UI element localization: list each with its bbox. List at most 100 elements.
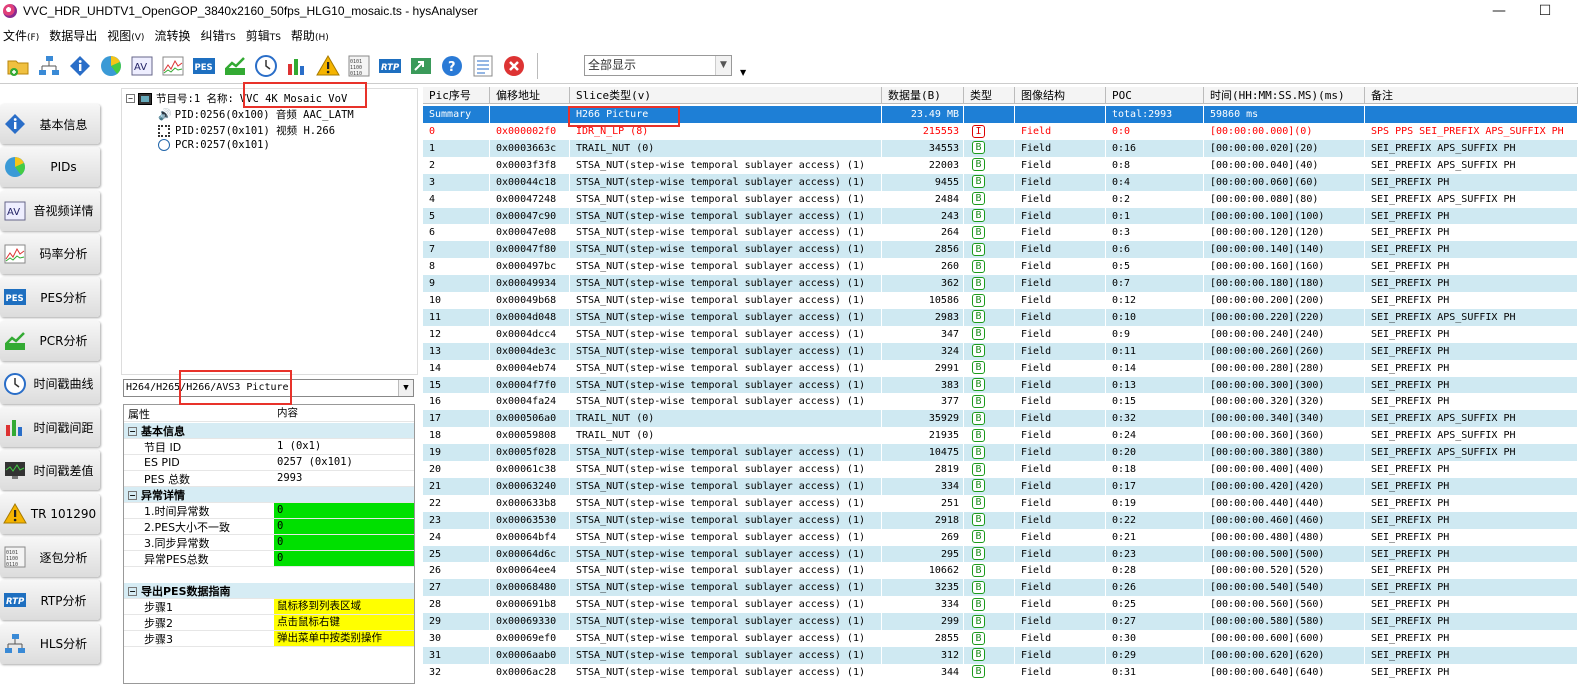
tree-program-node[interactable]: − 节目号:1 名称: VVC 4K Mosaic VoV bbox=[126, 91, 347, 106]
nav-button[interactable]: PCR分析 bbox=[0, 320, 100, 361]
table-row[interactable]: 20 0x00061c38 STSA_NUT(step-wise temporal … bbox=[423, 461, 1578, 478]
table-row[interactable]: 23 0x00063530 STSA_NUT(step-wise temporal … bbox=[423, 511, 1578, 529]
table-row[interactable]: 17 0x000506a0 TRAIL_NUT (0) 35929 B Field 0:32… bbox=[423, 410, 1578, 428]
table-row[interactable]: 15 0x0004f7f0 STSA_NUT(step-wise temporal … bbox=[423, 376, 1578, 394]
property-section[interactable]: − 基本信息 bbox=[124, 423, 414, 439]
table-row[interactable]: 6 0x00047e08 STSA_NUT(step-wise temporal s… bbox=[423, 224, 1578, 242]
table-row[interactable]: 7 0x00047f80 STSA_NUT(step-wise temporal s… bbox=[423, 241, 1578, 259]
property-row[interactable]: PES 总数 2993 bbox=[124, 471, 414, 487]
info-icon[interactable] bbox=[67, 53, 93, 79]
table-row[interactable]: 24 0x00064bf4 STSA_NUT(step-wise temporal … bbox=[423, 528, 1578, 546]
table-row[interactable]: 12 0x0004dcc4 STSA_NUT(step-wise temporal … bbox=[423, 325, 1578, 343]
column-header[interactable]: 备注 bbox=[1365, 87, 1578, 104]
property-row[interactable]: 步骤1 鼠标移到列表区域 bbox=[124, 599, 414, 615]
property-row[interactable]: ES PID 0257 (0x101) bbox=[124, 455, 414, 471]
table-row[interactable]: 22 0x000633b8 STSA_NUT(step-wise temporal … bbox=[423, 494, 1578, 512]
nav-button[interactable]: AV 音视频详情 bbox=[0, 190, 100, 231]
column-header[interactable]: 时间(HH:MM:SS.MS)(ms) bbox=[1204, 87, 1365, 104]
table-row[interactable]: 16 0x0004fa24 STSA_NUT(step-wise temporal … bbox=[423, 393, 1578, 411]
picture-type-select[interactable]: H264/H265/H266/AVS3 Picture ▼ bbox=[123, 379, 414, 397]
warning-icon[interactable] bbox=[315, 53, 341, 79]
table-row[interactable]: 30 0x00069ef0 STSA_NUT(step-wise temporal … bbox=[423, 630, 1578, 647]
table-row[interactable]: 19 0x0005f028 STSA_NUT(step-wise temporal … bbox=[423, 444, 1578, 462]
network-icon[interactable] bbox=[36, 53, 62, 79]
property-row[interactable]: 3.同步异常数 0 bbox=[124, 535, 414, 551]
table-row[interactable]: 11 0x0004d048 STSA_NUT(step-wise temporal … bbox=[423, 308, 1578, 326]
property-row[interactable]: 节目 ID 1 (0x1) bbox=[124, 439, 414, 455]
pcr-chart-icon[interactable] bbox=[222, 53, 248, 79]
nav-button[interactable]: TR 101290 bbox=[0, 493, 100, 534]
menu-item[interactable]: 流转换 bbox=[151, 27, 197, 44]
column-header[interactable]: Pic序号 bbox=[423, 87, 490, 104]
binary-icon[interactable]: 0101 1100 0110 bbox=[346, 53, 372, 79]
nav-button[interactable]: PIDs bbox=[0, 147, 100, 188]
column-header[interactable]: 数据量(B) bbox=[882, 87, 964, 104]
summary-row[interactable]: Summary H266 Picture 23.49 MB total:2993 598… bbox=[423, 106, 1578, 123]
table-row[interactable]: 21 0x00063240 STSA_NUT(step-wise temporal … bbox=[423, 477, 1578, 495]
chevron-down-icon[interactable]: ▼ bbox=[398, 380, 413, 396]
table-row[interactable]: 28 0x000691b8 STSA_NUT(step-wise temporal … bbox=[423, 596, 1578, 614]
table-row[interactable]: 9 0x00049934 STSA_NUT(step-wise temporal s… bbox=[423, 275, 1578, 293]
menu-item[interactable]: 视图(V) bbox=[104, 27, 151, 44]
property-row[interactable]: 异常PES总数 0 bbox=[124, 551, 414, 567]
nav-button[interactable]: 时间戳曲线 bbox=[0, 363, 100, 404]
open-folder-icon[interactable] bbox=[5, 53, 31, 79]
tree-pcr-node[interactable]: PCR:0257(0x101) bbox=[158, 139, 270, 151]
table-row[interactable]: 4 0x00047248 STSA_NUT(step-wise temporal s… bbox=[423, 190, 1578, 208]
table-row[interactable]: 29 0x00069330 STSA_NUT(step-wise temporal … bbox=[423, 613, 1578, 631]
menu-item[interactable]: 数据导出 bbox=[46, 27, 104, 44]
table-row[interactable]: 3 0x00044c18 STSA_NUT(step-wise temporal s… bbox=[423, 173, 1578, 191]
help-icon[interactable]: ? bbox=[439, 53, 465, 79]
bar-chart-icon[interactable] bbox=[284, 53, 310, 79]
menu-item[interactable]: 剪辑TS bbox=[243, 27, 288, 44]
menu-item[interactable]: 纠错TS bbox=[197, 27, 242, 44]
property-section[interactable]: − 异常详情 bbox=[124, 487, 414, 503]
table-row[interactable]: 8 0x000497bc STSA_NUT(step-wise temporal s… bbox=[423, 258, 1578, 276]
nav-button[interactable]: PES PES分析 bbox=[0, 277, 100, 318]
nav-button[interactable]: 时间戳间距 bbox=[0, 407, 100, 448]
list-icon[interactable] bbox=[470, 53, 496, 79]
table-row[interactable]: 27 0x00068480 STSA_NUT(step-wise temporal … bbox=[423, 579, 1578, 597]
collapse-icon[interactable]: − bbox=[128, 587, 137, 596]
chevron-down-icon[interactable]: ▼ bbox=[715, 56, 731, 75]
table-row[interactable]: 5 0x00047c90 STSA_NUT(step-wise temporal s… bbox=[423, 207, 1578, 225]
nav-button[interactable]: HLS分析 bbox=[0, 623, 100, 664]
view-filter-select[interactable]: 全部显示 ▼ bbox=[584, 55, 732, 76]
clock-icon[interactable] bbox=[253, 53, 279, 79]
minimize-button[interactable]: — bbox=[1476, 0, 1522, 22]
maximize-button[interactable]: ☐ bbox=[1522, 0, 1568, 22]
rtp-icon[interactable]: RTP bbox=[377, 53, 403, 79]
property-section[interactable]: − 导出PES数据指南 bbox=[124, 583, 414, 599]
export-icon[interactable] bbox=[408, 53, 434, 79]
property-row[interactable]: 2.PES大小不一致 0 bbox=[124, 519, 414, 535]
bitrate-chart-icon[interactable] bbox=[160, 53, 186, 79]
column-header[interactable]: 图像结构 bbox=[1015, 87, 1106, 104]
column-header[interactable]: Slice类型(v) bbox=[570, 87, 882, 104]
collapse-icon[interactable]: − bbox=[128, 491, 137, 500]
menu-item[interactable]: 帮助(H) bbox=[288, 27, 336, 44]
column-header[interactable]: POC bbox=[1106, 87, 1204, 104]
property-row[interactable]: 步骤2 点击鼠标右键 bbox=[124, 615, 414, 631]
tree-audio-node[interactable]: 🔊 PID:0256(0x100) 音频 AAC_LATM bbox=[158, 107, 354, 122]
nav-button[interactable]: RTP RTP分析 bbox=[0, 580, 100, 621]
nav-button[interactable]: 基本信息 bbox=[0, 104, 100, 144]
table-row[interactable]: 13 0x0004de3c STSA_NUT(step-wise temporal … bbox=[423, 342, 1578, 360]
collapse-icon[interactable]: − bbox=[128, 427, 137, 436]
table-row[interactable]: 26 0x00064ee4 STSA_NUT(step-wise temporal … bbox=[423, 562, 1578, 580]
close-icon[interactable] bbox=[501, 53, 527, 79]
table-row[interactable]: 32 0x0006ac28 STSA_NUT(step-wise temporal … bbox=[423, 663, 1578, 681]
table-row[interactable]: 10 0x00049b68 STSA_NUT(step-wise temporal … bbox=[423, 292, 1578, 309]
toolbar-overflow-icon[interactable]: ▼ bbox=[740, 68, 746, 77]
column-header[interactable]: 类型 bbox=[964, 87, 1015, 104]
table-row[interactable]: 25 0x00064d6c STSA_NUT(step-wise temporal … bbox=[423, 545, 1578, 563]
table-row[interactable]: 2 0x0003f3f8 STSA_NUT(step-wise temporal s… bbox=[423, 156, 1578, 174]
nav-button[interactable]: 时间戳差值 bbox=[0, 450, 100, 491]
table-row[interactable]: 14 0x0004eb74 STSA_NUT(step-wise temporal … bbox=[423, 359, 1578, 377]
nav-button[interactable]: 码率分析 bbox=[0, 233, 100, 274]
nav-button[interactable]: 0101 1100 0110 逐包分析 bbox=[0, 537, 100, 577]
pes-icon[interactable]: PES bbox=[191, 53, 217, 79]
menu-item[interactable]: 文件(F) bbox=[0, 27, 46, 44]
pie-chart-icon[interactable] bbox=[98, 53, 124, 79]
table-row[interactable]: 31 0x0006aab0 STSA_NUT(step-wise temporal … bbox=[423, 646, 1578, 664]
property-row[interactable]: 1.时间异常数 0 bbox=[124, 503, 414, 519]
